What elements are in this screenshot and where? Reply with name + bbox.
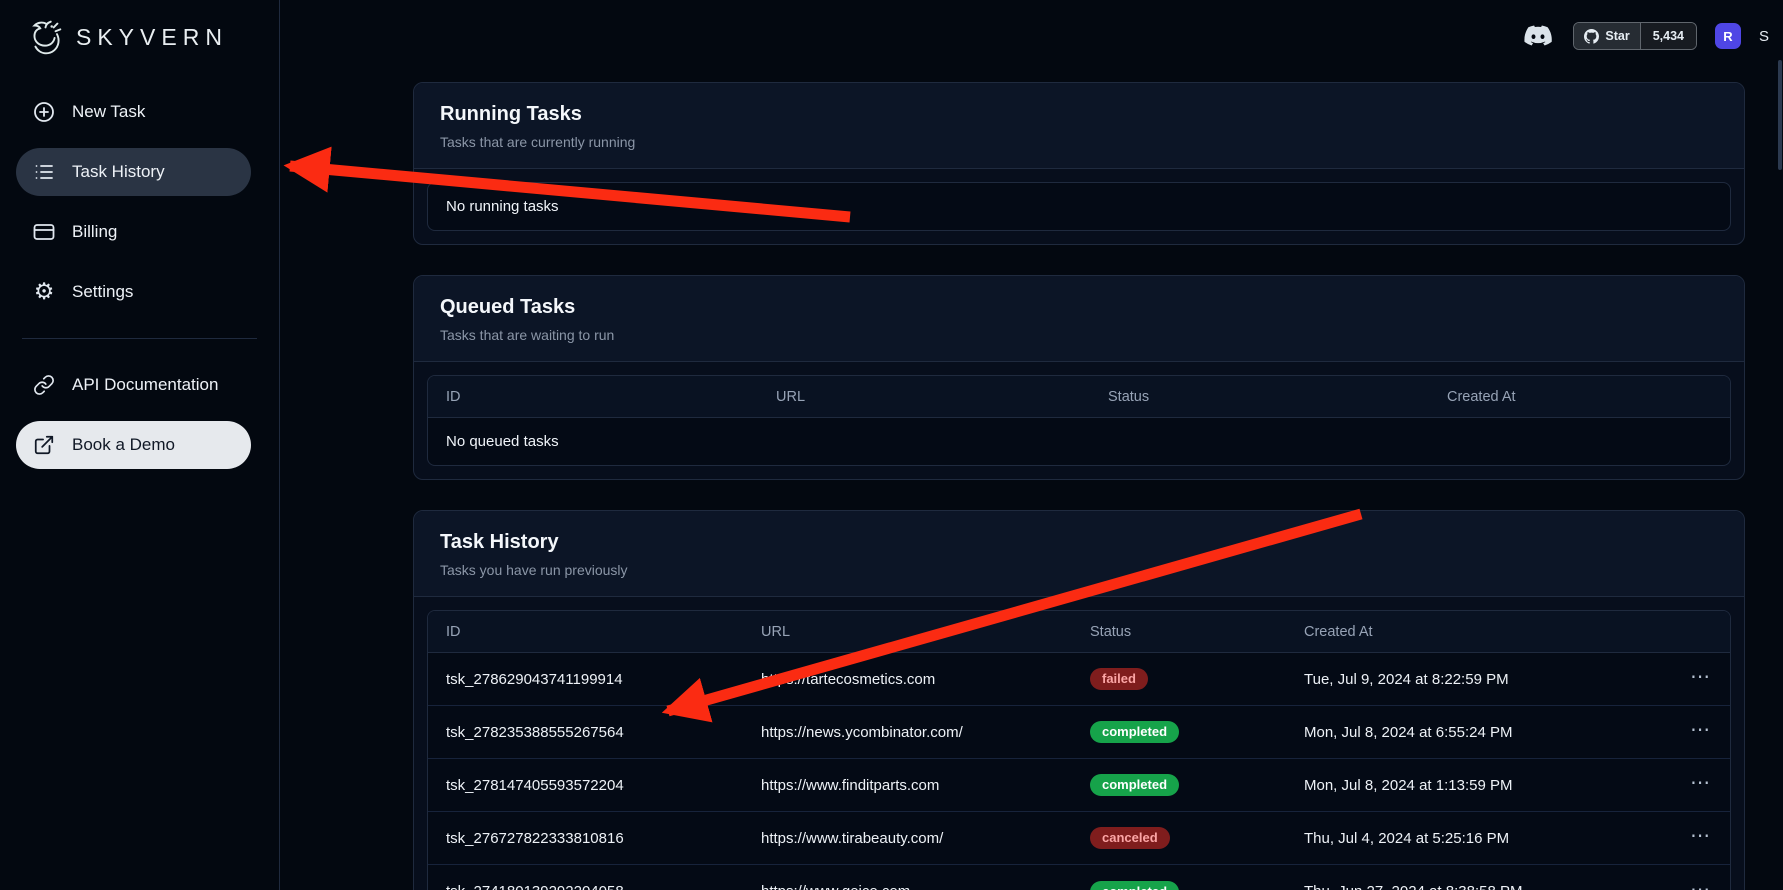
task-row[interactable]: tsk_278629043741199914 https://tartecosm… [428, 653, 1730, 706]
task-created-at: Thu, Jul 4, 2024 at 5:25:16 PM [1304, 830, 1656, 847]
column-created-at: Created At [1304, 624, 1656, 640]
sidebar-item-settings[interactable]: ⚙ Settings [16, 268, 251, 316]
task-history-table: ID URL Status Created At tsk_27862904374… [427, 610, 1731, 890]
queued-tasks-empty: No queued tasks [428, 418, 1730, 465]
column-id: ID [446, 624, 761, 640]
running-tasks-table: No running tasks [427, 182, 1731, 231]
task-created-at: Thu, Jun 27, 2024 at 8:38:58 PM [1304, 883, 1656, 890]
sidebar-divider [22, 338, 257, 339]
github-star-button[interactable]: Star 5,434 [1573, 22, 1697, 50]
row-actions-button[interactable]: ⋯ [1656, 719, 1712, 745]
sidebar: SKYVERN New Task Task History [0, 0, 280, 890]
task-created-at: Tue, Jul 9, 2024 at 8:22:59 PM [1304, 671, 1656, 688]
task-id: tsk_278235388555267564 [446, 724, 761, 741]
card-subtitle: Tasks that are waiting to run [440, 327, 1718, 343]
column-created-at: Created At [1447, 389, 1712, 405]
sidebar-item-label: API Documentation [72, 375, 218, 395]
column-id: ID [446, 389, 776, 405]
github-icon [1584, 29, 1599, 44]
queued-tasks-header: Queued Tasks Tasks that are waiting to r… [414, 276, 1744, 362]
book-a-demo-button[interactable]: Book a Demo [16, 421, 251, 469]
sidebar-item-new-task[interactable]: New Task [16, 88, 251, 136]
task-row[interactable]: tsk_276727822333810816 https://www.tirab… [428, 812, 1730, 865]
task-row[interactable]: tsk_278147405593572204 https://www.findi… [428, 759, 1730, 812]
skyvern-logo-icon [22, 14, 68, 60]
column-url: URL [776, 389, 1108, 405]
running-tasks-card: Running Tasks Tasks that are currently r… [413, 82, 1745, 245]
task-history-card: Task History Tasks you have run previous… [413, 510, 1745, 890]
external-link-icon [32, 433, 56, 457]
status-badge: canceled [1090, 827, 1170, 849]
task-history-header: Task History Tasks you have run previous… [414, 511, 1744, 597]
link-icon [32, 373, 56, 397]
sidebar-item-label: New Task [72, 102, 145, 122]
github-star-left[interactable]: Star [1574, 23, 1639, 49]
task-url: https://www.finditparts.com [761, 777, 1090, 794]
status-badge: failed [1090, 668, 1148, 690]
gear-icon: ⚙ [32, 280, 56, 304]
sidebar-item-label: Task History [72, 162, 165, 182]
status-badge: completed [1090, 881, 1179, 890]
task-row[interactable]: tsk_278235388555267564 https://news.ycom… [428, 706, 1730, 759]
row-actions-button[interactable]: ⋯ [1656, 666, 1712, 692]
running-tasks-header: Running Tasks Tasks that are currently r… [414, 83, 1744, 169]
card-subtitle: Tasks that are currently running [440, 134, 1718, 150]
task-id: tsk_278629043741199914 [446, 671, 761, 688]
github-star-label: Star [1605, 29, 1629, 43]
sidebar-item-task-history[interactable]: Task History [16, 148, 251, 196]
history-table-header: ID URL Status Created At [428, 611, 1730, 653]
discord-icon[interactable] [1523, 24, 1555, 48]
task-url: https://www.geico.com [761, 883, 1090, 890]
task-url: https://www.tirabeauty.com/ [761, 830, 1090, 847]
column-status: Status [1108, 389, 1447, 405]
task-id: tsk_276727822333810816 [446, 830, 761, 847]
topbar: Star 5,434 R S [280, 0, 1783, 72]
queued-table-header: ID URL Status Created At [428, 376, 1730, 418]
card-title: Task History [440, 531, 1718, 554]
scrollbar-thumb[interactable] [1778, 60, 1782, 170]
row-actions-button[interactable]: ⋯ [1656, 772, 1712, 798]
queued-tasks-table: ID URL Status Created At No queued tasks [427, 375, 1731, 466]
sidebar-item-billing[interactable]: Billing [16, 208, 251, 256]
sidebar-item-api-documentation[interactable]: API Documentation [16, 361, 251, 409]
card-title: Queued Tasks [440, 296, 1718, 319]
task-created-at: Mon, Jul 8, 2024 at 1:13:59 PM [1304, 777, 1656, 794]
task-created-at: Mon, Jul 8, 2024 at 6:55:24 PM [1304, 724, 1656, 741]
row-actions-button[interactable]: ⋯ [1656, 879, 1712, 890]
column-status: Status [1090, 624, 1304, 640]
sidebar-nav: New Task Task History Billing [16, 88, 263, 316]
task-row[interactable]: tsk_274180139292204058 https://www.geico… [428, 865, 1730, 890]
column-url: URL [761, 624, 1090, 640]
skyvern-logo[interactable]: SKYVERN [16, 10, 263, 74]
sidebar-item-label: Settings [72, 282, 133, 302]
status-badge: completed [1090, 721, 1179, 743]
avatar[interactable]: R [1715, 23, 1741, 49]
list-icon [32, 160, 56, 184]
sidebar-item-label: Billing [72, 222, 117, 242]
cards-column: Running Tasks Tasks that are currently r… [413, 82, 1745, 890]
avatar-initial: R [1723, 29, 1732, 44]
task-id: tsk_278147405593572204 [446, 777, 761, 794]
sidebar-secondary-nav: API Documentation Book a Demo [16, 361, 263, 469]
status-badge: completed [1090, 774, 1179, 796]
sidebar-item-label: Book a Demo [72, 435, 175, 455]
running-tasks-empty: No running tasks [428, 183, 1730, 230]
card-subtitle: Tasks you have run previously [440, 562, 1718, 578]
task-url: https://news.ycombinator.com/ [761, 724, 1090, 741]
task-url: https://tartecosmetics.com [761, 671, 1090, 688]
credit-card-icon [32, 220, 56, 244]
card-title: Running Tasks [440, 103, 1718, 126]
main-content: Star 5,434 R S Running Tasks Tasks that … [280, 0, 1783, 890]
github-star-count[interactable]: 5,434 [1640, 23, 1696, 49]
user-name-partial: S [1759, 28, 1769, 45]
queued-tasks-card: Queued Tasks Tasks that are waiting to r… [413, 275, 1745, 480]
task-id: tsk_274180139292204058 [446, 883, 761, 890]
plus-circle-icon [32, 100, 56, 124]
brand-name: SKYVERN [76, 24, 228, 51]
row-actions-button[interactable]: ⋯ [1656, 825, 1712, 851]
